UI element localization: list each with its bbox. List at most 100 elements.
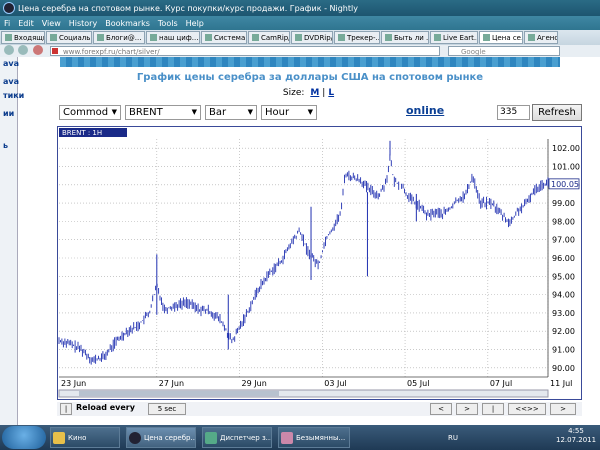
menu-file[interactable]: Fi [4, 19, 10, 28]
tab-digital[interactable]: наш циф... [146, 31, 200, 44]
y-tick-label: 99.00 [552, 199, 575, 208]
prev-button[interactable]: < [430, 403, 452, 415]
taskbar-item-paint[interactable]: Безымянны... [278, 427, 350, 448]
x-tick-label: 29 Jun [242, 379, 267, 388]
y-tick-label: 102.00 [552, 144, 580, 153]
reload-interval-select[interactable]: 5 sec [148, 403, 186, 415]
menu-help[interactable]: Help [186, 19, 204, 28]
taskbar-item-task-manager[interactable]: Диспетчер з... [202, 427, 272, 448]
mode-select[interactable]: Commod ▼ [59, 105, 121, 120]
price-bars [58, 154, 549, 365]
chevron-down-icon: ▼ [191, 108, 197, 116]
chart-type-select[interactable]: Bar ▼ [205, 105, 257, 120]
menu-bar: Fi Edit View History Bookmarks Tools Hel… [0, 16, 600, 30]
monitor-icon [205, 431, 217, 444]
x-tick-label: 23 Jun [61, 379, 86, 388]
tab-social[interactable]: Социаль... [46, 31, 92, 44]
y-tick-label: 94.00 [552, 291, 575, 300]
y-tick-label: 91.00 [552, 346, 575, 355]
paint-icon [281, 431, 293, 444]
size-m-link[interactable]: M [310, 88, 319, 98]
tab-live-earth[interactable]: Live Eart... [430, 31, 478, 44]
size-selector: Size: M | L [60, 88, 560, 98]
back-icon[interactable] [4, 45, 14, 55]
blog-icon [97, 34, 104, 41]
bar-count-input[interactable]: 335 [497, 105, 530, 120]
address-input[interactable]: www.forexpf.ru/chart/silver/ [50, 46, 440, 56]
page-icon [150, 34, 157, 41]
tracker-icon [295, 34, 302, 41]
end-button[interactable]: | [482, 403, 504, 415]
y-tick-label: 92.00 [552, 327, 575, 336]
zoom-buttons[interactable]: <<>> [508, 403, 546, 415]
system-clock[interactable]: 4:55 12.07.2011 [556, 427, 596, 445]
x-tick-label: 27 Jun [159, 379, 184, 388]
y-tick-label: 95.00 [552, 272, 575, 281]
symbol-select[interactable]: BRENT ▼ [125, 105, 201, 120]
start-button[interactable] [2, 426, 46, 449]
current-price-label: 100.05 [551, 180, 579, 189]
x-tick-label: 05 Jul [407, 379, 429, 388]
size-l-link[interactable]: L [328, 88, 334, 98]
side-link[interactable]: ava [3, 59, 19, 68]
x-tick-label: 11 Jul [550, 379, 572, 388]
y-tick-label: 93.00 [552, 309, 575, 318]
chart-svg: BRENT : 1H102.00101.00100.0099.0098.0097… [58, 128, 580, 398]
taskbar-item-browser[interactable]: Цена серебр... [126, 427, 196, 448]
tracker-icon [338, 34, 345, 41]
search-input[interactable]: Google [448, 46, 560, 56]
last-button[interactable]: > [550, 403, 576, 415]
nightly-icon [129, 431, 141, 444]
tab-camrip[interactable]: CamRip/... [248, 31, 290, 44]
refresh-button[interactable]: Refresh [532, 104, 582, 121]
tab-be-or-not[interactable]: Быть ли ... [381, 31, 429, 44]
menu-history[interactable]: History [69, 19, 97, 28]
top-banner [60, 57, 560, 67]
y-tick-label: 101.00 [552, 162, 580, 171]
tab-silver-price[interactable]: Цена се... [479, 31, 523, 44]
reload-label: Reload every [76, 403, 135, 412]
menu-view[interactable]: View [42, 19, 61, 28]
page-title: График цены серебра за доллары США на сп… [136, 72, 484, 83]
tab-inbox[interactable]: Входящи... [1, 31, 45, 44]
navigation-bar: www.forexpf.ru/chart/silver/ Google [0, 45, 600, 57]
forward-icon[interactable] [18, 45, 28, 55]
tab-dvdrip[interactable]: DVDRip/... [291, 31, 333, 44]
x-tick-label: 03 Jul [324, 379, 346, 388]
chevron-down-icon: ▼ [111, 108, 117, 116]
pause-button[interactable]: | [60, 403, 72, 415]
tab-agency[interactable]: Агенс [524, 31, 558, 44]
tracker-icon [252, 34, 259, 41]
windows-taskbar: Кино Цена серебр... Диспетчер з... Безым… [0, 425, 600, 450]
taskbar-item-kino[interactable]: Кино [50, 427, 120, 448]
menu-edit[interactable]: Edit [18, 19, 34, 28]
language-indicator[interactable]: RU [448, 434, 458, 442]
y-tick-label: 90.00 [552, 364, 575, 373]
menu-bookmarks[interactable]: Bookmarks [105, 19, 150, 28]
size-label: Size: [282, 88, 305, 98]
side-link[interactable]: тики [3, 91, 24, 100]
y-tick-label: 97.00 [552, 236, 575, 245]
y-tick-label: 98.00 [552, 217, 575, 226]
side-link[interactable]: ava [3, 77, 19, 86]
next-button[interactable]: > [456, 403, 478, 415]
tab-blogs[interactable]: Блоги@... [93, 31, 145, 44]
side-link[interactable]: ь [3, 141, 8, 150]
folder-icon [53, 431, 65, 444]
tab-tracker[interactable]: Трекер-... [334, 31, 380, 44]
tab-strip: Входящи... Социаль... Блоги@... наш циф.… [0, 30, 600, 45]
stop-icon[interactable] [33, 45, 43, 55]
title-bar: Цена серебра на спотовом рынке. Курс пок… [0, 0, 600, 16]
page-icon [205, 34, 212, 41]
left-side-panel: ava ava тики ии ь [0, 57, 24, 425]
page-icon [528, 34, 535, 41]
period-select[interactable]: Hour ▼ [261, 105, 317, 120]
menu-tools[interactable]: Tools [158, 19, 178, 28]
side-link[interactable]: ии [3, 109, 14, 118]
site-favicon [52, 48, 58, 54]
globe-icon [50, 34, 57, 41]
tab-system[interactable]: Система... [201, 31, 247, 44]
online-link[interactable]: online [406, 104, 444, 117]
legend-label: BRENT : 1H [62, 129, 102, 137]
globe-icon [434, 34, 441, 41]
